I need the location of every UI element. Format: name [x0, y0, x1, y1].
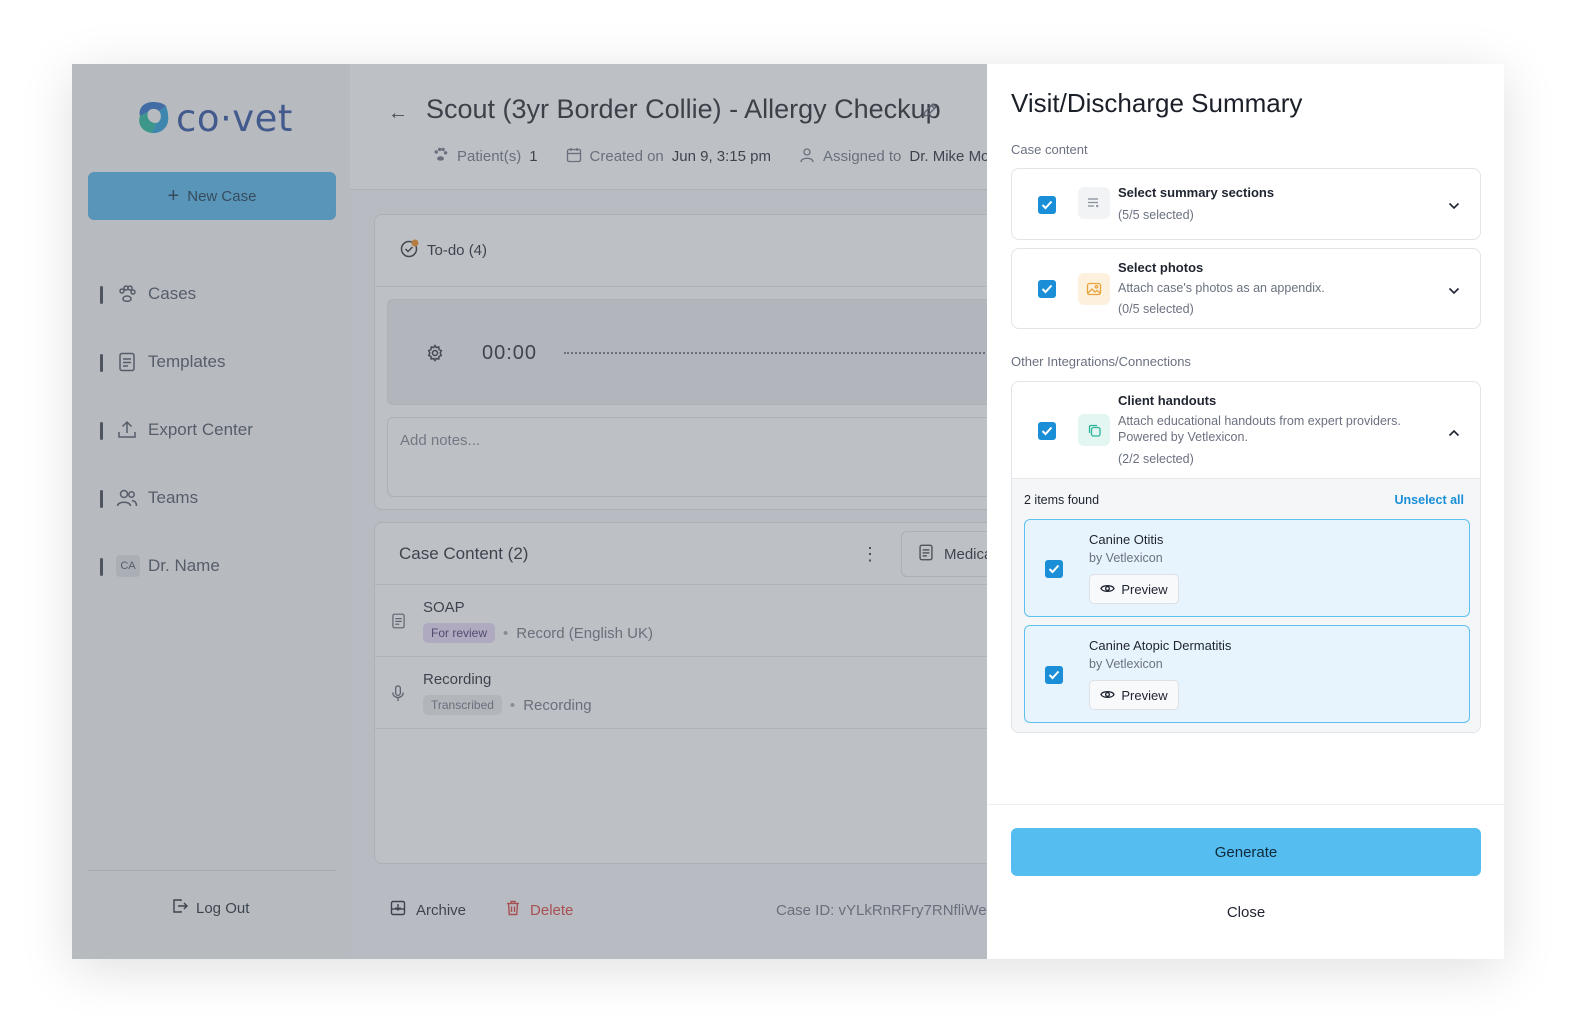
photos-description: Attach case's photos as an appendix.: [1118, 281, 1325, 295]
drawer-title: Visit/Discharge Summary: [1011, 88, 1303, 118]
summary-sections-title: Select summary sections: [1118, 185, 1275, 200]
summary-drawer: Visit/Discharge Summary Case content Sel…: [987, 64, 1504, 959]
case-content-section-label: Case content: [1011, 142, 1088, 157]
handout-checkbox[interactable]: [1045, 666, 1063, 684]
photos-title: Select photos: [1118, 260, 1204, 275]
items-found-count: 2 items found: [1024, 493, 1100, 507]
handout-title: Canine Otitis: [1089, 532, 1164, 547]
modal-backdrop[interactable]: [72, 64, 987, 959]
client-handouts-description: Attach educational handouts from expert …: [1118, 414, 1401, 444]
client-handouts-title: Client handouts: [1118, 393, 1217, 408]
app-window: co·vet + New Case Cases Templates Export…: [72, 64, 1504, 959]
summary-sections-checkbox[interactable]: [1038, 196, 1056, 214]
chevron-down-icon[interactable]: [1448, 197, 1460, 215]
summary-sections-count: (5/5 selected): [1118, 208, 1194, 222]
preview-label: Preview: [1121, 581, 1168, 597]
handouts-copy-icon: [1078, 414, 1110, 446]
app-background: co·vet + New Case Cases Templates Export…: [72, 64, 1024, 959]
handout-list: 2 items found Unselect all Canine Otitis…: [1012, 478, 1480, 732]
photos-option[interactable]: Select photos Attach case's photos as an…: [1011, 248, 1481, 329]
summary-sections-option[interactable]: Select summary sections (5/5 selected): [1011, 168, 1481, 240]
handout-item[interactable]: Canine Atopic Dermatitis by Vetlexicon P…: [1024, 625, 1470, 723]
preview-label: Preview: [1121, 687, 1168, 703]
preview-button[interactable]: Preview: [1089, 574, 1179, 604]
preview-button[interactable]: Preview: [1089, 680, 1179, 710]
drawer-footer-divider: [987, 804, 1504, 805]
close-button[interactable]: Close: [1011, 898, 1481, 926]
handout-title: Canine Atopic Dermatitis: [1089, 638, 1232, 653]
handout-item[interactable]: Canine Otitis by Vetlexicon Preview: [1024, 519, 1470, 617]
handout-provider: by Vetlexicon: [1089, 657, 1163, 671]
client-handouts-count: (2/2 selected): [1118, 452, 1194, 466]
chevron-down-icon[interactable]: [1448, 282, 1460, 300]
photos-checkbox[interactable]: [1038, 280, 1056, 298]
photos-count: (0/5 selected): [1118, 302, 1194, 316]
handout-checkbox[interactable]: [1045, 560, 1063, 578]
eye-icon: [1100, 582, 1116, 597]
client-handouts-checkbox[interactable]: [1038, 422, 1056, 440]
image-icon: [1078, 273, 1110, 305]
chevron-up-icon[interactable]: [1448, 424, 1460, 442]
integrations-section-label: Other Integrations/Connections: [1011, 354, 1191, 369]
generate-button[interactable]: Generate: [1011, 828, 1481, 876]
eye-icon: [1100, 688, 1116, 703]
handout-provider: by Vetlexicon: [1089, 551, 1163, 565]
unselect-all-link[interactable]: Unselect all: [1395, 493, 1464, 507]
client-handouts-option: Client handouts Attach educational hando…: [1011, 381, 1481, 733]
list-sections-icon: [1078, 187, 1110, 219]
